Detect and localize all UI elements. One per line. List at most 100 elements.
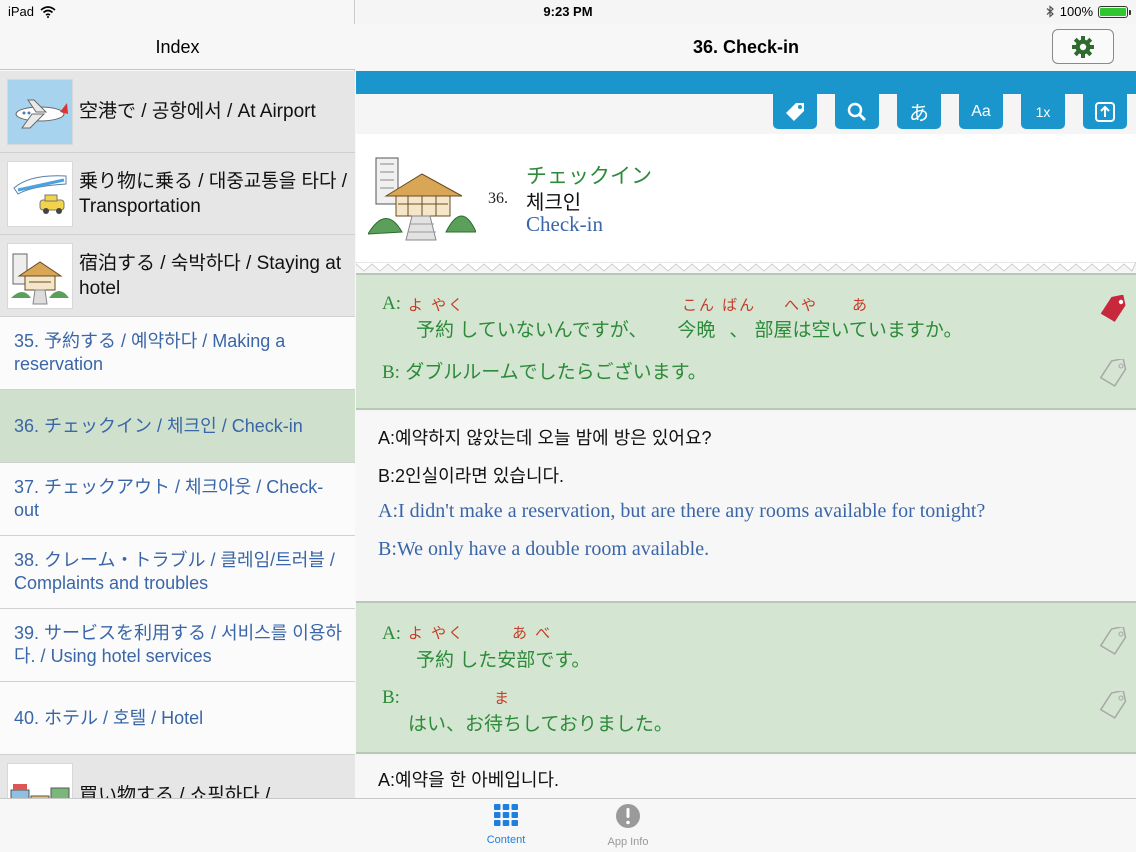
- tag-filter-button[interactable]: [773, 94, 817, 129]
- sidebar-item-hotel[interactable]: 宿泊する / 숙박하다 / Staying at hotel: [0, 235, 355, 317]
- sidebar-item-label: 乗り物に乗る / 대중교통을 타다 / Transportation: [79, 170, 348, 217]
- sidebar-item-lesson-39[interactable]: 39. サービスを利用する / 서비스를 이용하다. / Using hotel…: [0, 609, 355, 682]
- dialog-text-a: 予約 した安部です。: [416, 645, 590, 672]
- settings-button[interactable]: [1052, 29, 1114, 64]
- sidebar-item-label: 空港で / 공항에서 / At Airport: [79, 101, 316, 122]
- tag-outline-icon[interactable]: [1098, 359, 1128, 387]
- page-title: 36. Check-in: [692, 37, 800, 57]
- battery-percent: 100%: [1059, 4, 1093, 19]
- word-heya: 部屋: [754, 320, 793, 341]
- word-ma: 待: [484, 714, 504, 735]
- arrow-up-icon: [1095, 101, 1115, 122]
- ruby-a: あ: [852, 297, 870, 314]
- translation-kr-a: A:예약하지 않았는데 오늘 밤에 방은 있어요?: [378, 428, 712, 448]
- app-screen: Index 空港で / 공항에서 / At Airport 乗り物に乗る / 대…: [0, 0, 1136, 852]
- sidebar-item-lesson-35[interactable]: 35. 予約する / 예약하다 / Making a reservation: [0, 317, 355, 390]
- battery-icon: [1098, 5, 1131, 18]
- sidebar-item-label: 39. サービスを利用する / 서비스를 이용하다. / Using hotel…: [14, 623, 342, 666]
- dialog-text-b: ダブルルームでしたらございます。: [405, 362, 707, 383]
- dialog-line-a: A:: [382, 623, 401, 645]
- sidebar-list[interactable]: 空港で / 공항에서 / At Airport 乗り物に乗る / 대중교통을 타…: [0, 71, 355, 798]
- bluetooth-icon: [1046, 5, 1054, 18]
- dialog-line-a: A:: [382, 293, 401, 315]
- hotel-illustration: [367, 154, 477, 242]
- tab-label: Content: [486, 834, 526, 846]
- word-konban: 今晩: [677, 320, 716, 341]
- magnifier-icon: [847, 102, 867, 121]
- word-wa: は: [792, 320, 812, 341]
- sidebar-item-label: 37. チェックアウト / 체크아웃 / Check-out: [14, 477, 324, 520]
- speaker-label: B:: [382, 687, 400, 708]
- word-shiteorimashita: ちしておりました。: [503, 714, 673, 735]
- status-bar: iPad 9:23 PM 100%: [0, 0, 1136, 24]
- sidebar-item-label: 買い物する / 쇼핑하다 /: [79, 785, 271, 798]
- sidebar-item-label: 40. ホテル / 호텔 / Hotel: [14, 707, 204, 728]
- tab-label: App Info: [607, 836, 649, 848]
- tag-outline-icon[interactable]: [1098, 691, 1128, 719]
- grid-icon: [494, 804, 518, 826]
- word-shiteinai: していないんですが、: [454, 320, 648, 341]
- red-tag-icon[interactable]: [1098, 295, 1128, 323]
- sidebar-item-lesson-40[interactable]: 40. ホテル / 호텔 / Hotel: [0, 682, 355, 755]
- search-button[interactable]: [835, 94, 879, 129]
- dialog-text-b: はい、お待ちしておりました。: [408, 709, 673, 736]
- tab-app-info[interactable]: App Info: [573, 803, 683, 848]
- translation-kr-a: A:예약을 한 아베입니다.: [378, 770, 560, 790]
- transport-icon: [7, 160, 73, 227]
- sidebar: Index 空港で / 공항에서 / At Airport 乗り物に乗る / 대…: [0, 0, 355, 800]
- ruby-abe: あ べ: [512, 625, 553, 642]
- ruby-ma: ま: [494, 690, 512, 707]
- hotel-icon: [7, 242, 73, 309]
- dialog-card-jp-2[interactable]: A: よ やく あ べ 予約 した安部です。 B: ま はい、お待ちしておりまし…: [356, 601, 1136, 754]
- speed-button[interactable]: 1x: [1021, 94, 1065, 129]
- translation-en-b: B:We only have a double room available.: [378, 538, 710, 560]
- tag-icon: [786, 102, 804, 121]
- lesson-title-kr: 체크인: [526, 192, 582, 214]
- tab-content[interactable]: Content: [451, 803, 561, 846]
- main-panel: 36. Check-in あ Aa 1x 36. チェックイン 체크인 Chec…: [356, 0, 1136, 800]
- speaker-label: A:: [382, 293, 401, 314]
- toolbar-band: [356, 71, 1136, 94]
- word-comma: 、: [729, 320, 749, 341]
- sidebar-item-lesson-37[interactable]: 37. チェックアウト / 체크아웃 / Check-out: [0, 463, 355, 536]
- sidebar-item-airport[interactable]: 空港で / 공항에서 / At Airport: [0, 71, 355, 153]
- dialog-card-translation-2: A:예약을 한 아베입니다.: [356, 756, 1136, 800]
- ruby-konban: こん ばん: [682, 297, 757, 314]
- word-iteimasu: いていますか。: [830, 320, 963, 341]
- furigana-button[interactable]: あ: [897, 94, 941, 129]
- sidebar-title: Index: [0, 24, 355, 70]
- translation-kr-b: B:2인실이라면 있습니다.: [378, 466, 565, 486]
- dialog-line-b: B: ダブルルームでしたらございます。: [382, 357, 707, 384]
- word-hai: はい、お: [408, 714, 485, 735]
- info-icon: [616, 804, 640, 828]
- airplane-icon: [7, 78, 73, 145]
- dialog-text-a: 予約 していないんですが、 今晩、部屋は空いていますか。: [416, 315, 963, 342]
- shopping-icon: [7, 762, 73, 798]
- sidebar-item-label: 38. クレーム・トラブル / 클레임/트러블 / Complaints and…: [14, 550, 335, 593]
- scroll-top-button[interactable]: [1083, 94, 1127, 129]
- word-a: 空: [811, 320, 831, 341]
- status-time: 9:23 PM: [543, 4, 593, 19]
- sidebar-item-lesson-36[interactable]: 36. チェックイン / 체크인 / Check-in: [0, 390, 355, 463]
- dialog-card-jp-1[interactable]: A: よ やく こん ばん へや あ 予約 していないんですが、 今晩、部屋は空い…: [356, 273, 1136, 410]
- ruby-yoyaku: よ やく: [408, 625, 466, 642]
- speaker-label: B:: [382, 362, 400, 383]
- tab-bar: Content App Info: [0, 798, 1136, 852]
- toolbar: あ Aa 1x: [356, 94, 1136, 134]
- dialog-line-b: B:: [382, 687, 400, 709]
- word-desu: です。: [535, 650, 591, 671]
- sidebar-item-transportation[interactable]: 乗り物に乗る / 대중교통을 타다 / Transportation: [0, 153, 355, 235]
- sidebar-item-lesson-38[interactable]: 38. クレーム・トラブル / 클레임/트러블 / Complaints and…: [0, 536, 355, 609]
- translation-en-a: A:I didn't make a reservation, but are t…: [378, 500, 986, 522]
- font-size-button[interactable]: Aa: [959, 94, 1003, 129]
- ruby-heya: へや: [784, 297, 819, 314]
- speaker-label: A:: [382, 623, 401, 644]
- nav-bar: 36. Check-in: [356, 24, 1136, 70]
- dialog-card-translation-1: A:예약하지 않았는데 오늘 밤에 방은 있어요? B:2인실이라면 있습니다.…: [356, 412, 1136, 601]
- sidebar-item-shopping[interactable]: 買い物する / 쇼핑하다 /: [0, 755, 355, 798]
- tag-outline-icon[interactable]: [1098, 627, 1128, 655]
- word-abe: 安部: [497, 650, 536, 671]
- lesson-header: 36. チェックイン 체크인 Check-in: [356, 134, 1136, 264]
- ruby-yoyaku: よ やく: [408, 297, 466, 314]
- sidebar-item-label: 宿泊する / 숙박하다 / Staying at hotel: [79, 252, 342, 299]
